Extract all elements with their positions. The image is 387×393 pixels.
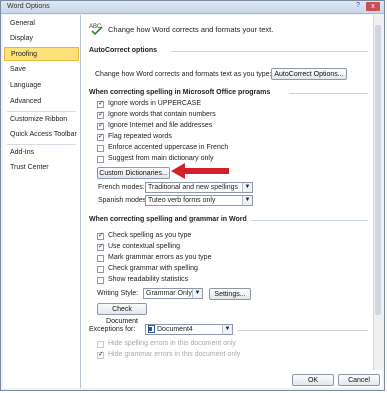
sidebar: General Display Proofing Save Language A… <box>3 15 81 388</box>
hide-spelling-errors-checkbox[interactable] <box>97 341 104 348</box>
flag-repeated-label: Flag repeated words <box>108 133 172 140</box>
hide-grammar-errors-label: Hide grammar errors in this document onl… <box>108 351 241 358</box>
sidebar-item-proofing[interactable]: Proofing <box>4 47 79 61</box>
exceptions-label: Exceptions for: <box>89 326 136 333</box>
chevron-down-icon: ▼ <box>242 196 252 205</box>
sidebar-item-general[interactable]: General <box>4 17 79 31</box>
writing-style-label: Writing Style: <box>97 290 139 297</box>
section-divider <box>251 220 368 221</box>
mark-grammar-label: Mark grammar errors as you type <box>108 254 212 261</box>
section-divider <box>171 51 368 52</box>
check-document-button[interactable]: Check Document <box>97 303 147 325</box>
sidebar-item-advanced[interactable]: Advanced <box>4 95 79 109</box>
autocorrect-heading: AutoCorrect options <box>89 47 158 54</box>
scrollbar-thumb[interactable] <box>375 25 381 315</box>
sidebar-item-language[interactable]: Language <box>4 79 79 93</box>
ignore-numbers-checkbox[interactable] <box>97 110 104 119</box>
enforce-french-label: Enforce accented uppercase in French <box>108 144 229 151</box>
chevron-down-icon: ▼ <box>222 325 232 334</box>
chevron-down-icon: ▼ <box>192 289 202 298</box>
word-options-dialog: Word Options ? x General Display Proofin… <box>0 0 385 391</box>
sidebar-item-save[interactable]: Save <box>4 63 79 77</box>
french-modes-value: Traditional and new spellings <box>148 184 239 191</box>
proofing-abc-check-icon: ABC <box>89 24 103 35</box>
page-header: Change how Word corrects and formats you… <box>108 25 274 34</box>
sidebar-item-add-ins[interactable]: Add-Ins <box>4 146 79 160</box>
spanish-modes-select[interactable]: Tuteo verb forms only ▼ <box>145 195 253 206</box>
custom-dictionaries-button[interactable]: Custom Dictionaries... <box>97 167 170 179</box>
scrollbar[interactable] <box>373 15 382 370</box>
title-bar: Word Options ? x <box>1 1 384 14</box>
spanish-modes-label: Spanish modes: <box>98 197 149 204</box>
sidebar-divider <box>7 144 76 145</box>
window-title: Word Options <box>7 3 50 10</box>
autocorrect-options-button[interactable]: AutoCorrect Options... <box>271 68 347 80</box>
ignore-numbers-label: Ignore words that contain numbers <box>108 111 216 118</box>
sidebar-item-display[interactable]: Display <box>4 32 79 46</box>
sidebar-item-customize-ribbon[interactable]: Customize Ribbon <box>4 113 79 127</box>
spanish-modes-value: Tuteo verb forms only <box>148 197 216 204</box>
proofing-panel: ABC Change how Word corrects and formats… <box>81 15 382 388</box>
ignore-uppercase-checkbox[interactable] <box>97 99 104 108</box>
office-spelling-heading: When correcting spelling in Microsoft Of… <box>89 89 271 96</box>
check-grammar-label: Check grammar with spelling <box>108 265 198 272</box>
suggest-main-dict-checkbox[interactable] <box>97 156 104 163</box>
hide-grammar-errors-checkbox[interactable] <box>97 350 104 359</box>
ignore-internet-label: Ignore Internet and file addresses <box>108 122 213 129</box>
writing-style-select[interactable]: Grammar Only ▼ <box>143 288 203 299</box>
exceptions-document-value: Document4 <box>157 326 193 333</box>
sidebar-item-trust-center[interactable]: Trust Center <box>4 161 79 175</box>
ignore-internet-checkbox[interactable] <box>97 121 104 130</box>
help-button[interactable]: ? <box>356 2 360 9</box>
contextual-spelling-label: Use contextual spelling <box>108 243 180 250</box>
section-divider <box>289 93 368 94</box>
exceptions-document-select[interactable]: Document4 ▼ <box>145 324 233 335</box>
french-modes-label: French modes: <box>98 184 145 191</box>
settings-button[interactable]: Settings... <box>209 288 251 300</box>
chevron-down-icon: ▼ <box>242 183 252 192</box>
mark-grammar-checkbox[interactable] <box>97 255 104 262</box>
readability-stats-checkbox[interactable] <box>97 277 104 284</box>
sidebar-item-quick-access-toolbar[interactable]: Quick Access Toolbar <box>4 128 79 142</box>
autocorrect-description: Change how Word corrects and formats tex… <box>95 71 272 78</box>
french-modes-select[interactable]: Traditional and new spellings ▼ <box>145 182 253 193</box>
enforce-french-checkbox[interactable] <box>97 145 104 152</box>
readability-stats-label: Show readability statistics <box>108 276 189 283</box>
contextual-spelling-checkbox[interactable] <box>97 242 104 251</box>
red-arrow-annotation <box>171 163 229 179</box>
sidebar-divider <box>7 111 76 112</box>
ignore-uppercase-label: Ignore words in UPPERCASE <box>108 100 201 107</box>
check-grammar-checkbox[interactable] <box>97 266 104 273</box>
flag-repeated-checkbox[interactable] <box>97 132 104 141</box>
ok-button[interactable]: OK <box>292 374 334 386</box>
check-spelling-label: Check spelling as you type <box>108 232 192 239</box>
writing-style-value: Grammar Only <box>146 290 192 297</box>
cancel-button[interactable]: Cancel <box>338 374 380 386</box>
hide-spelling-errors-label: Hide spelling errors in this document on… <box>108 340 237 347</box>
word-spelling-heading: When correcting spelling and grammar in … <box>89 216 247 223</box>
word-document-icon <box>148 325 155 333</box>
section-divider <box>237 330 368 331</box>
close-button[interactable]: x <box>366 2 380 11</box>
check-spelling-checkbox[interactable] <box>97 231 104 240</box>
